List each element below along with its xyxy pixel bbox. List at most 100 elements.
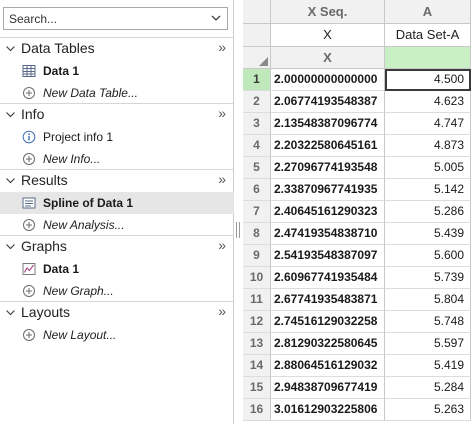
cell-a[interactable]: 5.600	[385, 245, 471, 267]
cell-a[interactable]: 5.739	[385, 267, 471, 289]
cell-a[interactable]: 5.005	[385, 157, 471, 179]
section-title: Graphs	[21, 238, 67, 254]
corner-triangle-icon	[259, 57, 268, 66]
collapse-chevron-icon[interactable]	[5, 175, 16, 186]
section-title: Layouts	[21, 304, 71, 320]
section-expand-icon[interactable]: »	[218, 171, 226, 187]
cell-x[interactable]: 2.74516129032258	[271, 311, 385, 333]
plus-circle-icon	[22, 284, 36, 298]
cell-a[interactable]: 5.419	[385, 355, 471, 377]
navigator-item[interactable]: New Data Table...	[0, 82, 234, 104]
row-number[interactable]: 2	[243, 91, 271, 113]
section-header-0[interactable]: Data Tables »	[0, 38, 234, 58]
section-expand-icon[interactable]: »	[218, 105, 226, 121]
cell-a[interactable]: 5.286	[385, 201, 471, 223]
cell-x[interactable]: 3.01612903225806	[271, 399, 385, 421]
row-number[interactable]: 6	[243, 179, 271, 201]
navigator-item-label: Project info 1	[43, 130, 114, 144]
column-title-a[interactable]: Data Set-A	[385, 24, 471, 47]
navigator-item-label: New Layout...	[43, 328, 117, 342]
chevron-down-icon[interactable]	[209, 11, 223, 25]
graph-icon	[22, 262, 36, 276]
column-header-a[interactable]: A	[385, 0, 471, 24]
row-number[interactable]: 16	[243, 399, 271, 421]
row-number[interactable]: 14	[243, 355, 271, 377]
section-expand-icon[interactable]: »	[218, 39, 226, 55]
navigator-item[interactable]: New Layout...	[0, 324, 234, 346]
row-number[interactable]: 1	[243, 69, 271, 91]
navigator-item[interactable]: Spline of Data 1	[0, 192, 234, 214]
column-header-a-label: A	[422, 4, 433, 19]
navigator-item[interactable]: New Analysis...	[0, 214, 234, 236]
column-title-x[interactable]: X	[271, 24, 385, 47]
navigator-item[interactable]: Data 1	[0, 60, 234, 82]
collapse-chevron-icon[interactable]	[5, 43, 16, 54]
navigator-item[interactable]: Project info 1	[0, 126, 234, 148]
row-number[interactable]: 12	[243, 311, 271, 333]
column-header-x-seq[interactable]: X Seq.	[271, 0, 385, 24]
cell-x[interactable]: 2.00000000000000	[271, 69, 385, 91]
cell-a[interactable]: 5.804	[385, 289, 471, 311]
collapse-chevron-icon[interactable]	[5, 109, 16, 120]
plus-circle-icon	[22, 218, 36, 232]
row-number[interactable]: 4	[243, 135, 271, 157]
cell-a[interactable]: 5.263	[385, 399, 471, 421]
cell-x[interactable]: 2.06774193548387	[271, 91, 385, 113]
row-number[interactable]: 5	[243, 157, 271, 179]
subcolumn-x[interactable]: X	[271, 47, 385, 69]
section-expand-icon[interactable]: »	[218, 303, 226, 319]
cell-x[interactable]: 2.33870967741935	[271, 179, 385, 201]
cell-a[interactable]: 5.439	[385, 223, 471, 245]
cell-x[interactable]: 2.40645161290323	[271, 201, 385, 223]
section-expand-icon[interactable]: »	[218, 237, 226, 253]
cell-a[interactable]: 4.623	[385, 91, 471, 113]
section-header-4[interactable]: Layouts »	[0, 302, 234, 322]
search-box[interactable]: Search...	[3, 7, 228, 30]
collapse-chevron-icon[interactable]	[5, 307, 16, 318]
navigator-item-label: Spline of Data 1	[43, 196, 134, 210]
navigator-item-label: New Analysis...	[43, 218, 125, 232]
plus-circle-icon	[22, 328, 36, 342]
cell-x[interactable]: 2.13548387096774	[271, 113, 385, 135]
splitter-grip[interactable]	[236, 222, 240, 238]
row-number[interactable]: 11	[243, 289, 271, 311]
subheader-corner	[243, 47, 271, 69]
row-number[interactable]: 8	[243, 223, 271, 245]
navigator-item[interactable]: New Info...	[0, 148, 234, 170]
subcolumn-a[interactable]	[385, 47, 471, 69]
cell-x[interactable]: 2.67741935483871	[271, 289, 385, 311]
section-title: Results	[21, 172, 68, 188]
cell-a[interactable]: 5.284	[385, 377, 471, 399]
cell-a[interactable]: 5.142	[385, 179, 471, 201]
cell-a[interactable]: 5.597	[385, 333, 471, 355]
cell-x[interactable]: 2.81290322580645	[271, 333, 385, 355]
row-number[interactable]: 15	[243, 377, 271, 399]
cell-x[interactable]: 2.27096774193548	[271, 157, 385, 179]
row-number[interactable]: 9	[243, 245, 271, 267]
cell-a[interactable]: 4.873	[385, 135, 471, 157]
navigator-item[interactable]: New Graph...	[0, 280, 234, 302]
cell-x[interactable]: 2.47419354838710	[271, 223, 385, 245]
cell-x[interactable]: 2.88064516129032	[271, 355, 385, 377]
section-header-2[interactable]: Results »	[0, 170, 234, 190]
row-number[interactable]: 13	[243, 333, 271, 355]
section-header-1[interactable]: Info »	[0, 104, 234, 124]
search-input[interactable]: Search...	[9, 12, 57, 26]
cell-a[interactable]: 4.747	[385, 113, 471, 135]
navigator-item-label: Data 1	[43, 64, 80, 78]
collapse-chevron-icon[interactable]	[5, 241, 16, 252]
row-number[interactable]: 7	[243, 201, 271, 223]
navigator-item[interactable]: Data 1	[0, 258, 234, 280]
results-icon	[22, 196, 36, 210]
cell-x[interactable]: 2.60967741935484	[271, 267, 385, 289]
cell-x[interactable]: 2.20322580645161	[271, 135, 385, 157]
row-number[interactable]: 3	[243, 113, 271, 135]
cell-a[interactable]: 5.748	[385, 311, 471, 333]
cell-a[interactable]: 4.500	[385, 69, 471, 91]
cell-x[interactable]: 2.94838709677419	[271, 377, 385, 399]
section-header-3[interactable]: Graphs »	[0, 236, 234, 256]
plus-circle-icon	[22, 86, 36, 100]
column-title-a-label: Data Set-A	[395, 27, 460, 42]
row-number[interactable]: 10	[243, 267, 271, 289]
cell-x[interactable]: 2.54193548387097	[271, 245, 385, 267]
